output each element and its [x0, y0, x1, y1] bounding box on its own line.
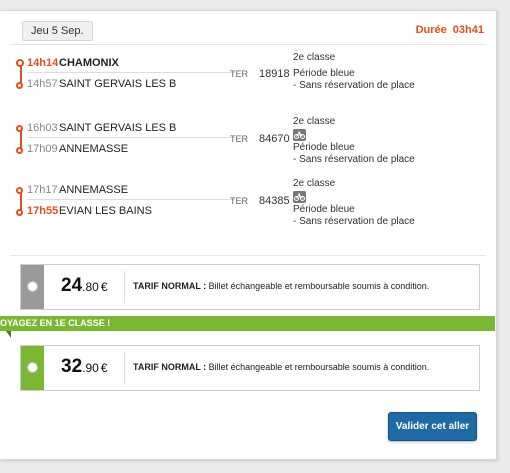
train-mode: TER: [230, 69, 248, 79]
period-label: Période bleue: [293, 142, 355, 153]
train-mode: TER: [230, 196, 248, 206]
arrival-time: 17h09: [27, 143, 58, 155]
arrival-station: ANNEMASSE: [59, 143, 129, 155]
train-number: 84670: [259, 133, 290, 145]
itinerary-card: Jeu 5 Sep. Durée 03h41 14h14CHAMONIX 14h5…: [0, 10, 497, 460]
arrival-time: 17h55: [27, 205, 59, 217]
fare-option-first-class[interactable]: 32.90 € TARIF NORMAL : Billet échangeable…: [20, 345, 480, 391]
departure-station: ANNEMASSE: [59, 184, 129, 196]
price-dec: .90: [82, 361, 99, 375]
departure-dot: [16, 59, 24, 67]
leg-1: 14h14CHAMONIX 14h57SAINT GERVAIS LES B T…: [0, 51, 496, 111]
duration-value: 03h41: [452, 24, 484, 36]
duration-label: Durée: [415, 24, 447, 36]
fare-rail: [21, 346, 44, 390]
class-label: 2e classe: [293, 178, 336, 189]
departure-dot: [16, 125, 23, 132]
departure-station: CHAMONIX: [59, 57, 119, 69]
divider: [124, 271, 125, 303]
bicycle-icon: [293, 129, 306, 141]
divider: [10, 44, 486, 45]
departure-stop: 17h17ANNEMASSE: [27, 184, 128, 196]
price-currency: €: [100, 361, 108, 375]
arrival-stop: 17h55EVIAN LES BAINS: [27, 205, 152, 217]
validate-outbound-button[interactable]: Valider cet aller: [388, 412, 477, 441]
date-tab: Jeu 5 Sep.: [22, 21, 93, 41]
departure-time: 14h14: [27, 57, 59, 69]
train-mode: TER: [230, 134, 248, 144]
fare-rail: [21, 265, 44, 309]
price-int: 32: [61, 356, 83, 377]
tariff-text: Billet échangeable et remboursable soumi…: [206, 281, 430, 291]
banner-fold: [6, 331, 11, 338]
arrival-dot: [16, 209, 23, 216]
fare-radio[interactable]: [27, 281, 38, 292]
train-number: 84385: [259, 195, 290, 207]
tariff-text: Billet échangeable et remboursable soumi…: [206, 362, 430, 372]
class-info: 2e classe Période bleue - Sans réservati…: [293, 116, 415, 166]
period-label: Période bleue: [293, 68, 355, 79]
departure-dot: [16, 187, 23, 194]
fare-description: TARIF NORMAL : Billet échangeable et rem…: [133, 362, 429, 372]
arrival-station: EVIAN LES BAINS: [59, 205, 152, 217]
stop-underline: [27, 199, 235, 200]
arrival-stop: 14h57SAINT GERVAIS LES B: [27, 78, 176, 90]
tariff-label: TARIF NORMAL :: [133, 281, 207, 291]
arrival-dot: [16, 147, 23, 154]
class-label: 2e classe: [293, 52, 336, 63]
leg-2: 16h03SAINT GERVAIS LES B 17h09ANNEMASSE …: [0, 115, 496, 175]
departure-stop: 14h14CHAMONIX: [27, 57, 119, 69]
reservation-label: - Sans réservation de place: [293, 216, 415, 227]
tariff-label: TARIF NORMAL :: [133, 362, 207, 372]
stop-underline: [27, 72, 235, 73]
price-currency: €: [100, 280, 108, 294]
leg-3: 17h17ANNEMASSE 17h55EVIAN LES BAINS TER …: [0, 178, 496, 238]
class-label: 2e classe: [293, 116, 336, 127]
stop-underline: [27, 137, 235, 138]
bicycle-icon: [293, 191, 306, 203]
reservation-label: - Sans réservation de place: [293, 80, 415, 91]
arrival-station: SAINT GERVAIS LES B: [59, 78, 177, 90]
departure-time: 17h17: [27, 184, 58, 196]
fare-radio[interactable]: [27, 362, 38, 373]
fare-description: TARIF NORMAL : Billet échangeable et rem…: [133, 281, 429, 291]
class-info: 2e classe Période bleue - Sans réservati…: [293, 52, 415, 92]
first-class-banner: OYAGEZ EN 1E CLASSE !: [0, 316, 495, 331]
duration: Durée 03h41: [416, 24, 484, 36]
arrival-stop: 17h09ANNEMASSE: [27, 143, 128, 155]
fare-price: 32.90 €: [61, 356, 108, 378]
arrival-dot: [16, 82, 23, 89]
train-number: 18918: [259, 68, 290, 80]
divider: [10, 255, 486, 256]
departure-stop: 16h03SAINT GERVAIS LES B: [27, 122, 176, 134]
price-int: 24: [61, 275, 83, 296]
reservation-label: - Sans réservation de place: [293, 154, 415, 165]
departure-station: SAINT GERVAIS LES B: [59, 122, 177, 134]
period-label: Période bleue: [293, 204, 355, 215]
arrival-time: 14h57: [27, 78, 58, 90]
fare-price: 24.80 €: [61, 275, 108, 297]
price-dec: .80: [82, 280, 99, 294]
departure-time: 16h03: [27, 122, 58, 134]
divider: [124, 352, 125, 384]
fare-option-standard[interactable]: 24.80 € TARIF NORMAL : Billet échangeable…: [20, 264, 480, 310]
class-info: 2e classe Période bleue - Sans réservati…: [293, 178, 415, 228]
